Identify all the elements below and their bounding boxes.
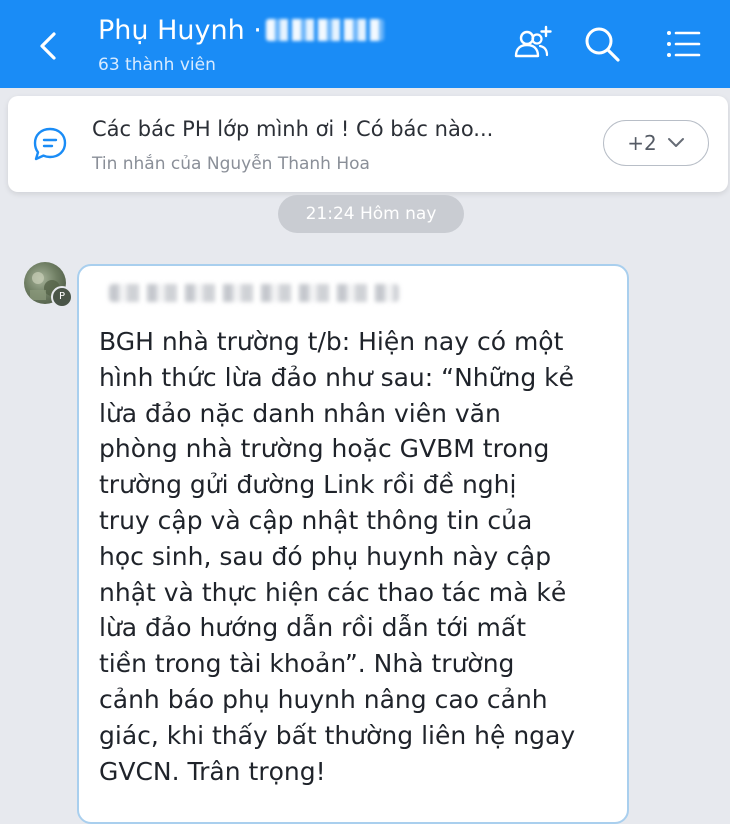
message-bubble-icon xyxy=(30,124,70,164)
message-line: hình thức lừa đảo như sau: “Những kẻ xyxy=(99,362,574,392)
more-pinned-count: +2 xyxy=(627,131,657,155)
back-button[interactable] xyxy=(30,22,70,70)
message-line: giác, khi thấy bất thường liên hệ ngay xyxy=(99,720,576,750)
redacted-sender-name xyxy=(109,284,399,302)
time-separator: 21:24 Hôm nay xyxy=(278,195,464,233)
pinned-text: Các bác PH lớp mình ơi ! Có bác nào... T… xyxy=(92,114,592,176)
more-pinned-button[interactable]: +2 xyxy=(603,120,709,166)
message-line: lừa đảo nặc danh nhân viên văn xyxy=(99,398,501,428)
menu-icon xyxy=(667,31,701,57)
message-line: phòng nhà trường hoặc GVBM trong xyxy=(99,434,550,464)
message-line: BGH nhà trường t/b: Hiện nay có một xyxy=(99,327,564,356)
chevron-down-icon xyxy=(667,138,684,147)
add-member-button[interactable] xyxy=(513,24,553,64)
chat-header: Phụ Huynh · 63 thành viên xyxy=(0,0,730,88)
message-line: tiền trong tài khoản”. Nhà trường xyxy=(99,649,515,679)
pinned-message-bar[interactable]: Các bác PH lớp mình ơi ! Có bác nào... T… xyxy=(8,96,728,192)
chat-title: Phụ Huynh · xyxy=(98,12,478,50)
message-text: BGH nhà trường t/b: Hiện nay có một hình… xyxy=(99,324,614,789)
message-line: lừa đảo hướng dẫn rồi dẫn tới mất xyxy=(99,613,527,643)
chat-title-block[interactable]: Phụ Huynh · 63 thành viên xyxy=(98,12,478,76)
message-line: học sinh, sau đó phụ huynh này cập xyxy=(99,541,552,571)
message-line: truy cập và cập nhật thông tin của xyxy=(99,505,533,535)
pinned-message-preview: Các bác PH lớp mình ơi ! Có bác nào... xyxy=(92,117,494,141)
search-icon xyxy=(585,27,620,62)
redacted-group-name xyxy=(265,19,384,41)
message-line: nhật và thực hiện các thao tác mà kẻ xyxy=(99,577,567,607)
chevron-left-icon xyxy=(40,32,56,60)
pinned-sender-label: Tin nhắn của Nguyễn Thanh Hoa xyxy=(92,154,370,174)
search-button[interactable] xyxy=(582,24,622,64)
message-bubble[interactable]: BGH nhà trường t/b: Hiện nay có một hình… xyxy=(77,264,629,824)
member-count: 63 thành viên xyxy=(98,55,216,75)
message-line: cảnh báo phụ huynh nâng cao cảnh xyxy=(99,684,548,714)
chat-title-text: Phụ Huynh · xyxy=(98,15,262,46)
pinned-sender: Tin nhắn của Nguyễn Thanh Hoa xyxy=(92,152,592,176)
avatar-status-badge: P xyxy=(51,286,73,308)
menu-button[interactable] xyxy=(663,24,703,64)
message-line: trường gửi đường Link rồi đề nghị xyxy=(99,470,517,500)
message-line: GVCN. Trân trọng! xyxy=(99,756,326,786)
add-member-icon xyxy=(514,25,552,58)
